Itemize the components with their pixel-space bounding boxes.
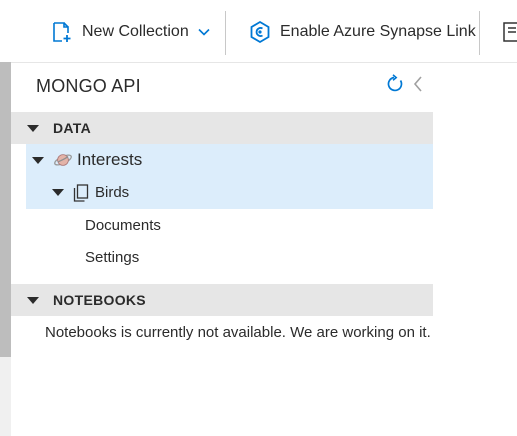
- chevron-down-icon: [197, 25, 211, 39]
- enable-synapse-link-label: Enable Azure Synapse Link: [280, 23, 476, 40]
- caret-down-icon: [27, 124, 39, 132]
- data-section-label: DATA: [53, 120, 92, 136]
- notebooks-unavailable-message: Notebooks is currently not available. We…: [45, 324, 431, 341]
- refresh-icon[interactable]: [385, 74, 405, 94]
- collapse-icon[interactable]: [411, 75, 425, 93]
- command-bar: New Collection Enable Azure Synapse Link: [0, 0, 517, 63]
- collection-name: Birds: [95, 184, 130, 201]
- caret-down-icon: [52, 189, 64, 196]
- toolbar-separator: [225, 11, 226, 55]
- caret-down-icon: [27, 296, 39, 304]
- new-collection-button[interactable]: New Collection: [50, 12, 211, 52]
- database-node-interests[interactable]: Interests: [26, 144, 433, 176]
- document-icon: [500, 20, 517, 44]
- caret-down-icon: [32, 156, 44, 164]
- tree-item-documents[interactable]: Documents: [85, 217, 161, 234]
- notebooks-section-header[interactable]: NOTEBOOKS: [11, 284, 433, 316]
- notebooks-section-label: NOTEBOOKS: [53, 292, 146, 308]
- collection-icon: [73, 183, 89, 202]
- database-name: Interests: [77, 150, 143, 169]
- enable-synapse-link-button[interactable]: Enable Azure Synapse Link: [248, 12, 476, 52]
- toolbar-separator: [479, 11, 480, 55]
- synapse-link-icon: [248, 20, 272, 44]
- new-collection-icon: [50, 20, 74, 44]
- tree-item-settings[interactable]: Settings: [85, 249, 139, 266]
- database-icon: [53, 150, 73, 170]
- new-collection-label: New Collection: [82, 23, 189, 40]
- collection-node-birds[interactable]: Birds: [26, 176, 433, 209]
- scrollbar-thumb[interactable]: [0, 62, 11, 357]
- data-section-header[interactable]: DATA: [11, 112, 433, 144]
- panel-title: MONGO API: [36, 76, 141, 96]
- more-commands-button[interactable]: [500, 12, 517, 52]
